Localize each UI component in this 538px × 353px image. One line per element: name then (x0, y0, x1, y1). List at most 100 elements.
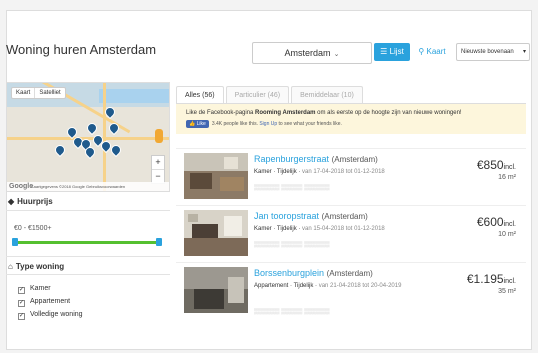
city-select-value: Amsterdam (284, 48, 331, 58)
listing-card[interactable]: Jan tooropstraat (Amsterdam) Kamer · Tij… (176, 205, 526, 261)
checkbox-checked-icon[interactable]: ✓ (18, 287, 25, 294)
divider (6, 274, 170, 275)
listing-photo[interactable] (184, 153, 248, 199)
sort-select-value: Nieuwste bovenaan (461, 49, 514, 55)
price-range-value: €0 - €1500+ (14, 225, 52, 232)
like-label: Like (196, 121, 206, 127)
map-type-toggle[interactable]: Kaart Satelliet (11, 87, 66, 99)
listing-photo[interactable] (184, 210, 248, 256)
list-view-label: Lijst (389, 47, 404, 56)
listing-price: €600incl. 10 m² (477, 215, 516, 238)
signup-text: to see what your friends like. (277, 121, 342, 127)
listing-period: van 21-04-2018 tot 20-04-2019 (318, 283, 402, 289)
map-view-label: Kaart (426, 47, 446, 56)
home-icon: ⌂ (8, 262, 13, 271)
listing-blurred-details: ▒▒▒▒▒▒ ▒▒▒▒▒ ▒▒▒▒▒▒ (254, 309, 330, 315)
listing-street[interactable]: Jan tooropstraat (254, 211, 319, 221)
map-pin-icon: ⚲ (418, 47, 425, 56)
price-slider-track[interactable] (14, 241, 160, 244)
price-heading-label: Huurprijs (17, 197, 53, 206)
price-incl: incl. (503, 164, 516, 171)
listing-city: (Amsterdam) (331, 155, 378, 164)
type-option-label: Kamer (30, 285, 51, 292)
listing-street[interactable]: Borssenburgplein (254, 268, 324, 278)
type-heading-label: Type woning (15, 262, 65, 271)
price-slider-max-handle[interactable] (156, 238, 162, 246)
city-select[interactable]: Amsterdam ⌄ (252, 42, 372, 64)
map-view-button[interactable]: ⚲ Kaart (412, 43, 452, 61)
type-option-label: Appartement (30, 298, 71, 305)
listing-city: (Amsterdam) (321, 212, 368, 221)
checkbox-checked-icon[interactable]: ✓ (18, 313, 25, 320)
map-attribution: Kaartgegevens ©2018 Google Gebruiksvoorw… (31, 184, 126, 189)
price-amount: €850 (476, 158, 504, 172)
type-option-appartement[interactable]: ✓ Appartement (18, 298, 70, 307)
divider (6, 256, 170, 257)
listing-blurred-details: ▒▒▒▒▒▒ ▒▒▒▒▒ ▒▒▒▒▒▒ (254, 242, 330, 248)
map-road (103, 83, 106, 191)
tab-alles[interactable]: Alles (56) (176, 86, 224, 104)
facebook-banner: Like de Facebook-pagina Rooming Amsterda… (176, 104, 526, 134)
banner-text: om als eerste op de hoogte zijn van nieu… (315, 110, 462, 116)
listing-title[interactable]: Borssenburgplein (Amsterdam) (254, 268, 373, 278)
tag-icon: ◆ (8, 197, 15, 206)
map-widget[interactable]: Kaart Satelliet + − Kaartgegevens ©2018 … (6, 82, 170, 192)
listing-card[interactable]: Rapenburgerstraat (Amsterdam) Kamer · Ti… (176, 148, 526, 204)
map-pin[interactable] (52, 142, 68, 158)
results-tabs: Alles (56) Particulier (46) Bemiddelaar … (176, 86, 365, 104)
map-water (99, 89, 169, 103)
facebook-like-button[interactable]: 👍 Like (186, 120, 209, 128)
price-amount: €1.195 (466, 272, 504, 286)
listing-period: van 15-04-2018 tot 01-12-2018 (302, 226, 385, 232)
chevron-down-icon: ⌄ (333, 51, 340, 58)
page-title: Woning huren Amsterdam (6, 42, 157, 57)
banner-brand[interactable]: Rooming Amsterdam (255, 110, 315, 116)
map-pin[interactable] (106, 120, 122, 136)
map-tab-satellite[interactable]: Satelliet (35, 88, 64, 98)
map-tab-map[interactable]: Kaart (12, 88, 36, 98)
listing-area: 35 m² (498, 288, 516, 295)
listing-meta: Kamer · Tijdelijk · van 17-04-2018 tot 0… (254, 169, 385, 175)
type-filter-heading: ⌂ Type woning (8, 262, 64, 271)
map-zoom-control[interactable]: + − (151, 155, 165, 184)
type-option-kamer[interactable]: ✓ Kamer (18, 285, 51, 294)
price-slider-min-handle[interactable] (12, 238, 18, 246)
listing-type: Kamer (254, 169, 272, 175)
listing-period: van 17-04-2018 tot 01-12-2018 (302, 169, 385, 175)
map-pin[interactable] (84, 120, 100, 136)
listing-card[interactable]: Borssenburgplein (Amsterdam) Appartement… (176, 262, 526, 318)
listing-title[interactable]: Jan tooropstraat (Amsterdam) (254, 211, 368, 221)
like-count: 3.4K people like this. (211, 121, 258, 127)
type-option-label: Volledige woning (30, 311, 83, 318)
listing-title[interactable]: Rapenburgerstraat (Amsterdam) (254, 154, 378, 164)
banner-text: Like de Facebook-pagina (186, 110, 256, 116)
listing-photo[interactable] (184, 267, 248, 313)
listing-term: Tijdelijk (293, 283, 314, 289)
street-view-pegman-icon[interactable] (155, 129, 163, 143)
signup-link[interactable]: Sign Up (259, 121, 277, 127)
thumbs-up-icon: 👍 (189, 121, 196, 127)
tab-particulier[interactable]: Particulier (46) (225, 86, 290, 104)
listing-street[interactable]: Rapenburgerstraat (254, 154, 329, 164)
listing-area: 10 m² (498, 231, 516, 238)
divider (6, 210, 170, 211)
zoom-in-icon[interactable]: + (152, 156, 164, 170)
listing-term: Tijdelijk (276, 169, 297, 175)
list-view-button[interactable]: ☰ Lijst (374, 43, 410, 61)
facebook-banner-text: Like de Facebook-pagina Rooming Amsterda… (186, 110, 516, 116)
listing-meta: Appartement · Tijdelijk · van 21-04-2018… (254, 283, 402, 289)
checkbox-checked-icon[interactable]: ✓ (18, 300, 25, 307)
type-option-volledige-woning[interactable]: ✓ Volledige woning (18, 311, 83, 320)
listing-meta: Kamer · Tijdelijk · van 15-04-2018 tot 0… (254, 226, 385, 232)
chevron-down-icon: ▾ (522, 49, 526, 55)
facebook-like-row: 👍 Like 3.4K people like this. Sign Up to … (186, 120, 516, 128)
tab-bemiddelaar[interactable]: Bemiddelaar (10) (291, 86, 363, 104)
list-icon: ☰ (380, 47, 388, 56)
listing-type: Appartement (254, 283, 289, 289)
listing-price: €850incl. 16 m² (477, 158, 516, 181)
listing-city: (Amsterdam) (326, 269, 373, 278)
listing-area: 16 m² (498, 174, 516, 181)
price-filter-heading: ◆ Huurprijs (8, 197, 53, 206)
listing-blurred-details: ▒▒▒▒▒▒ ▒▒▒▒▒ ▒▒▒▒▒▒ (254, 185, 330, 191)
sort-select[interactable]: Nieuwste bovenaan ▾ (456, 43, 530, 61)
